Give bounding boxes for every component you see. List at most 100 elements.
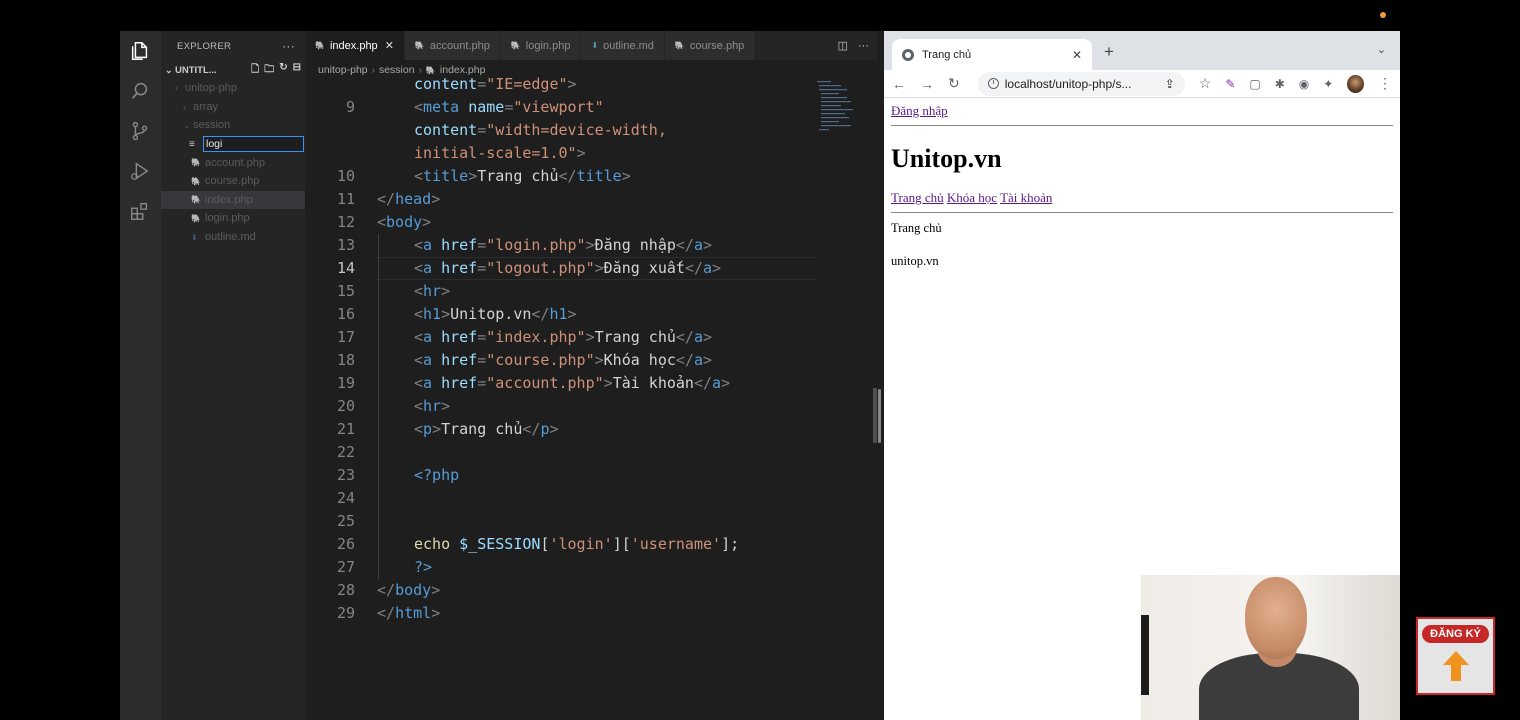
code-token: = — [477, 351, 487, 369]
share-icon[interactable]: ⇪ — [1165, 77, 1175, 91]
code-token: > — [567, 305, 577, 323]
code-token: content — [414, 121, 478, 139]
editor-tab[interactable]: 🐘 login.php — [500, 31, 582, 60]
line-number: 27 — [336, 558, 355, 576]
extensions-icon[interactable] — [128, 199, 152, 223]
tree-file[interactable]: 🐘 course.php — [161, 172, 305, 191]
code-token: = — [477, 328, 487, 346]
code-token: meta — [423, 98, 460, 116]
menu-kebab-icon[interactable]: ⋮ — [1378, 75, 1392, 92]
tree-file[interactable]: 🐘 login.php — [161, 209, 305, 228]
run-debug-icon[interactable] — [128, 159, 152, 183]
browser-tab[interactable]: Trang chủ ✕ — [892, 39, 1092, 70]
tab-search-icon[interactable]: ⌄ — [1377, 43, 1386, 56]
tree-folder[interactable]: ⌄ session — [161, 116, 305, 135]
new-folder-icon[interactable]: 🗀 — [264, 62, 274, 79]
editor-tab[interactable]: 🐘 course.php — [664, 31, 756, 60]
extension-icon[interactable]: ◉ — [1299, 77, 1309, 91]
browser-toolbar: ← → ↻ i localhost/unitop-php/s... ⇪ ☆ ✎ … — [884, 70, 1400, 98]
code-token: > — [712, 259, 722, 277]
editor-tab[interactable]: ⬇ outline.md — [581, 31, 665, 60]
code-token: title — [423, 167, 469, 185]
tree-folder[interactable]: › unitop-php — [161, 79, 305, 98]
page-nav: Trang chủ Khóa học Tài khoản — [891, 190, 1393, 206]
code-token: content — [414, 75, 478, 93]
code-token: Trang chủ — [594, 328, 676, 346]
code-token: </ — [675, 236, 694, 254]
profile-avatar[interactable] — [1347, 74, 1364, 93]
code-line: </html> — [377, 602, 440, 625]
line-number: 10 — [336, 167, 355, 185]
breadcrumb-item[interactable]: session — [379, 64, 415, 76]
php-file-icon: 🐘 — [191, 195, 201, 205]
bookmark-star-icon[interactable]: ☆ — [1199, 75, 1212, 92]
collapse-all-icon[interactable]: ⊟ — [293, 62, 301, 79]
new-file-icon[interactable]: 🗋 — [251, 62, 259, 79]
editor-tab[interactable]: 🐘 account.php — [404, 31, 501, 60]
source-control-icon[interactable] — [128, 119, 152, 143]
code-token: > — [585, 236, 595, 254]
markdown-file-icon: ⬇ — [191, 232, 198, 242]
tree-file[interactable]: 🐘 account.php — [161, 153, 305, 172]
new-tab-icon[interactable]: + — [1104, 42, 1114, 62]
code-token: "IE=edge" — [486, 75, 568, 93]
pen-extension-icon[interactable]: ✎ — [1225, 77, 1235, 91]
code-token: > — [422, 213, 432, 231]
tree-file[interactable]: 🐘 index.php — [161, 190, 305, 210]
extension-icon[interactable]: ▢ — [1249, 77, 1260, 91]
nav-link-account[interactable]: Tài khoản — [1000, 190, 1052, 205]
explorer-icon[interactable] — [128, 39, 152, 63]
code-token: hr — [423, 282, 442, 300]
php-file-icon: 🐘 — [191, 176, 201, 186]
login-link[interactable]: Đăng nhập — [891, 103, 948, 118]
tree-item-label: array — [193, 100, 219, 113]
close-tab-icon[interactable]: ✕ — [1072, 48, 1082, 62]
php-file-icon: 🐘 — [414, 41, 425, 50]
workspace-header[interactable]: ⌄ UNTITL... 🗋 🗀 ↻ ⊟ — [161, 61, 305, 79]
extension-icon[interactable]: ✱ — [1275, 77, 1285, 91]
browser-tab-title: Trang chủ — [922, 48, 972, 61]
nav-link-course[interactable]: Khóa học — [947, 190, 997, 205]
line-number: 15 — [336, 282, 355, 300]
tree-folder[interactable]: › array — [161, 98, 305, 117]
minimap[interactable] — [817, 79, 867, 139]
site-info-icon[interactable]: i — [987, 78, 999, 89]
close-icon[interactable]: ✕ — [385, 39, 394, 52]
chevron-right-icon: › — [371, 64, 375, 76]
extensions-puzzle-icon[interactable]: ✦ — [1323, 77, 1333, 91]
new-file-row: ≡ — [161, 135, 305, 154]
refresh-icon[interactable]: ↻ — [279, 62, 287, 79]
forward-icon[interactable]: → — [920, 76, 934, 92]
tree-file[interactable]: ⬇ outline.md — [161, 228, 305, 247]
reload-icon[interactable]: ↻ — [948, 75, 960, 92]
code-token: "index.php" — [486, 328, 586, 346]
code-line: initial-scale=1.0"> — [414, 142, 586, 165]
new-file-name-input[interactable] — [203, 136, 304, 153]
code-line: <hr> — [414, 280, 450, 303]
back-icon[interactable]: ← — [892, 76, 906, 92]
subscribe-label: ĐĂNG KÝ — [1422, 625, 1489, 643]
line-number — [305, 73, 355, 96]
code-token: > — [703, 236, 713, 254]
file-icon: ≡ — [189, 138, 195, 150]
address-bar[interactable]: i localhost/unitop-php/s... ⇪ — [977, 71, 1185, 96]
tree-item-label: session — [193, 119, 231, 132]
more-actions-icon[interactable]: ··· — [858, 40, 869, 52]
code-token: </ — [675, 328, 694, 346]
browser-tabstrip: Trang chủ ✕ + ⌄ — [884, 31, 1400, 70]
code-token: a — [423, 328, 433, 346]
search-icon[interactable] — [128, 79, 152, 103]
split-divider[interactable] — [877, 31, 884, 720]
code-token: a — [423, 259, 433, 277]
editor-tab[interactable]: 🐘 index.php ✕ — [305, 31, 405, 60]
nav-link-home[interactable]: Trang chủ — [891, 190, 944, 205]
code-token: < — [377, 213, 387, 231]
code-token: > — [594, 351, 604, 369]
code-line: content="width=device-width, — [414, 119, 667, 142]
split-editor-icon[interactable]: ◫ — [838, 39, 848, 52]
subscribe-badge[interactable]: ĐĂNG KÝ — [1416, 617, 1495, 695]
more-actions-icon[interactable]: ··· — [282, 39, 295, 53]
code-token: > — [432, 420, 442, 438]
